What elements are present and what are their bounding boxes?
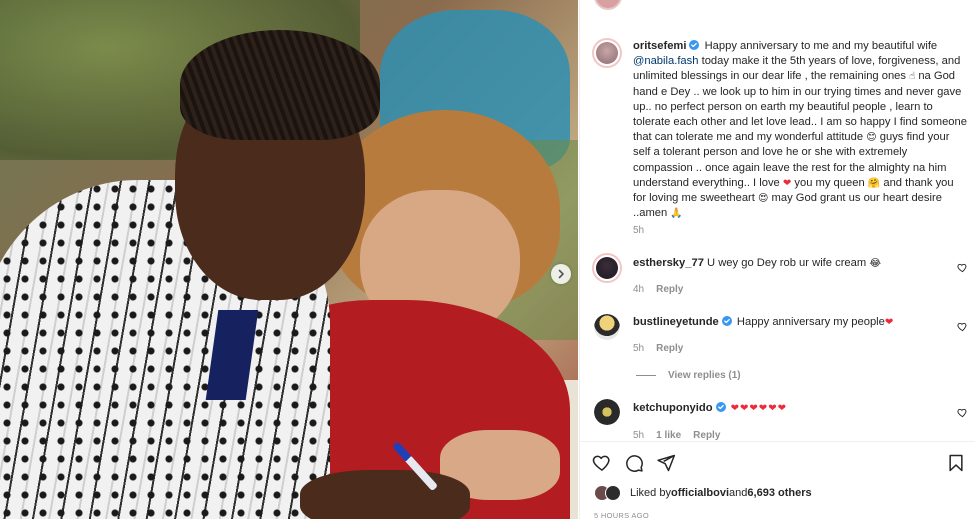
author-avatar[interactable] bbox=[592, 38, 622, 68]
comment-2-username[interactable]: bustlineyetunde bbox=[633, 316, 719, 328]
caption-text-5: you my queen bbox=[791, 176, 868, 189]
emoji-heart: ❤ bbox=[884, 317, 894, 328]
chevron-right-icon bbox=[558, 269, 564, 279]
comment-avatar-esthersky[interactable] bbox=[592, 253, 622, 283]
comment-bubble-icon[interactable] bbox=[624, 453, 644, 473]
comments-panel: oritsefemi Happy anniversary to me and m… bbox=[579, 0, 975, 519]
comment-1-time: 4h bbox=[633, 284, 645, 295]
emoji-pray: 🙏 bbox=[670, 208, 683, 220]
view-replies-line bbox=[636, 375, 656, 376]
comment-3-likes[interactable]: 1 like bbox=[656, 430, 681, 441]
caption-mention[interactable]: @nabila.fash bbox=[633, 55, 698, 67]
comment-1-like-heart-icon[interactable] bbox=[957, 262, 968, 273]
comment-2-text: Happy anniversary my people bbox=[736, 316, 885, 328]
post-timestamp[interactable]: 5 HOURS AGO bbox=[594, 511, 649, 519]
comment-2: bustlineyetunde Happy anniversary my peo… bbox=[633, 316, 893, 328]
comment-1-meta: 4h Reply bbox=[633, 284, 683, 295]
photo-man-hair bbox=[180, 30, 380, 140]
next-photo-button[interactable] bbox=[551, 264, 571, 284]
emoji-laughing: 😂 bbox=[869, 258, 881, 269]
comment-2-reply-button[interactable]: Reply bbox=[656, 343, 683, 354]
emoji-hearts: ❤❤❤❤❤❤ bbox=[730, 403, 787, 414]
comment-1: esthersky_77 U wey go Dey rob ur wife cr… bbox=[633, 257, 881, 269]
liker-avatar bbox=[605, 485, 621, 501]
actions-divider bbox=[580, 441, 975, 442]
emoji-heart-eyes: 😍 bbox=[758, 193, 769, 205]
view-replies-label: View replies (1) bbox=[668, 370, 741, 381]
likes-summary: Liked by officialbovi and 6,693 others bbox=[594, 485, 812, 501]
likes-user[interactable]: officialbovi bbox=[671, 487, 729, 499]
comment-1-text: U wey go Dey rob ur wife cream bbox=[707, 257, 867, 269]
comment-1-reply-button[interactable]: Reply bbox=[656, 284, 683, 295]
verified-badge-icon bbox=[721, 316, 732, 326]
heart-outline-icon[interactable] bbox=[592, 453, 612, 473]
comment-2-meta: 5h Reply bbox=[633, 343, 683, 354]
caption-time: 5h bbox=[633, 225, 645, 236]
header-avatar[interactable] bbox=[594, 0, 622, 10]
post-actions-bar bbox=[592, 453, 966, 475]
paper-plane-icon[interactable] bbox=[656, 453, 676, 473]
post-caption: oritsefemi Happy anniversary to me and m… bbox=[633, 39, 967, 221]
comment-avatar-ketchuponyido[interactable] bbox=[594, 399, 620, 425]
likes-suffix: and bbox=[729, 487, 748, 499]
comment-3-meta: 5h 1 like Reply bbox=[633, 430, 720, 441]
post-photo bbox=[0, 0, 578, 519]
likes-others[interactable]: 6,693 others bbox=[747, 487, 811, 499]
view-replies-button[interactable]: View replies (1) bbox=[636, 370, 741, 381]
comment-3-time: 5h bbox=[633, 430, 645, 441]
comment-3-username[interactable]: ketchuponyido bbox=[633, 402, 713, 414]
comment-2-like-heart-icon[interactable] bbox=[957, 321, 968, 332]
caption-text-1: Happy anniversary to me and my beautiful… bbox=[704, 40, 938, 52]
likes-prefix: Liked by bbox=[630, 487, 671, 499]
comment-3: ketchuponyido ❤❤❤❤❤❤ bbox=[633, 402, 787, 414]
comment-3-reply-button[interactable]: Reply bbox=[693, 430, 720, 441]
emoji-hug: 🤗 bbox=[867, 177, 881, 189]
comment-avatar-bustlineyetunde[interactable] bbox=[594, 314, 620, 340]
caption-username[interactable]: oritsefemi bbox=[633, 40, 686, 52]
liker-avatars[interactable] bbox=[594, 485, 624, 501]
verified-badge-icon bbox=[689, 40, 700, 50]
comment-2-time: 5h bbox=[633, 343, 645, 354]
emoji-smile: 😊 bbox=[866, 132, 877, 144]
photo-man-hand bbox=[300, 470, 470, 519]
verified-badge-icon bbox=[715, 402, 726, 412]
comment-3-like-heart-icon[interactable] bbox=[957, 407, 968, 418]
comment-1-username[interactable]: esthersky_77 bbox=[633, 257, 704, 269]
bookmark-icon[interactable] bbox=[946, 453, 966, 473]
